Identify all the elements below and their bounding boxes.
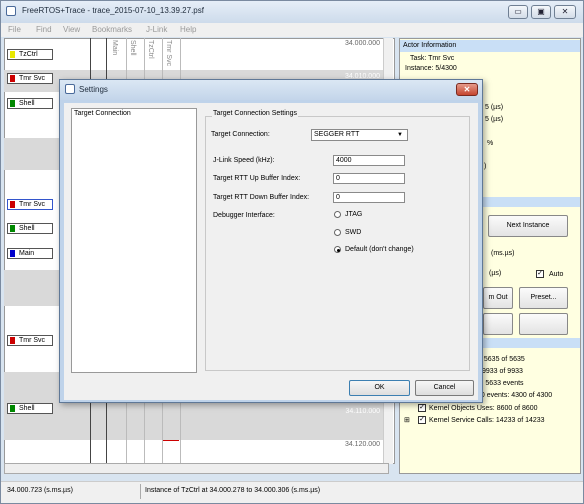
radio-default[interactable] bbox=[334, 246, 341, 253]
lane-name: Shell bbox=[19, 100, 35, 107]
radio-default-label: Default (don't change) bbox=[345, 246, 414, 253]
window-title: FreeRTOS+Trace - trace_2015-07-10_13.39.… bbox=[22, 6, 204, 15]
expand-icon[interactable]: ⊞ bbox=[404, 416, 410, 424]
lane-color-marker bbox=[10, 250, 15, 257]
time-tick: 34.120.000 bbox=[344, 441, 380, 448]
lane-name: Tmr Svc bbox=[19, 201, 46, 208]
lane-name: Tmr Svc bbox=[19, 337, 46, 344]
close-window-button[interactable]: ✕ bbox=[554, 5, 576, 19]
lane-color-marker bbox=[10, 405, 15, 412]
lane-color-marker bbox=[10, 75, 15, 82]
time-tick: 34.110.000 bbox=[345, 408, 380, 415]
info-line: 5 (µs) bbox=[485, 104, 504, 111]
ok-button[interactable]: OK bbox=[349, 380, 410, 396]
units-label: (µs) bbox=[489, 270, 502, 277]
status-divider bbox=[140, 484, 141, 499]
minimize-button[interactable]: ▭ bbox=[508, 5, 528, 19]
lane-label[interactable]: Shell bbox=[7, 98, 53, 109]
column-label-shell: Shell bbox=[129, 40, 136, 56]
lane-label[interactable]: Shell bbox=[7, 223, 53, 234]
menu-help[interactable]: Help bbox=[180, 25, 196, 34]
lane-name: Shell bbox=[19, 405, 35, 412]
up-buffer-input[interactable]: 0 bbox=[333, 173, 405, 184]
maximize-button[interactable]: ▣ bbox=[531, 5, 551, 19]
target-connection-label: Target Connection: bbox=[211, 131, 270, 138]
dialog-icon bbox=[65, 84, 75, 94]
menu-find[interactable]: Find bbox=[36, 25, 52, 34]
horizontal-scrollbar[interactable] bbox=[4, 463, 389, 474]
zoom-out-button[interactable]: m Out bbox=[483, 287, 513, 309]
menu-bookmarks[interactable]: Bookmarks bbox=[92, 25, 132, 34]
lane-label[interactable]: Main bbox=[7, 248, 53, 259]
menu-jlink[interactable]: J-Link bbox=[146, 25, 167, 34]
cancel-button[interactable]: Cancel bbox=[415, 380, 474, 396]
column-label-main: Main bbox=[111, 40, 118, 56]
lane-color-marker bbox=[10, 225, 15, 232]
lane-label[interactable]: Tmr Svc bbox=[7, 335, 53, 346]
column-label-tmrsvc: Tmr Svc bbox=[165, 40, 172, 67]
menu-view[interactable]: View bbox=[63, 25, 80, 34]
stat-line: y: 5633 events bbox=[478, 380, 524, 387]
lane-color-marker bbox=[10, 100, 15, 107]
status-instance: Instance of TzCtrl at 34.000.278 to 34.0… bbox=[145, 487, 321, 494]
radio-swd[interactable] bbox=[334, 229, 341, 236]
lane-color-marker bbox=[10, 201, 15, 208]
lane-label[interactable]: Tmr Svc bbox=[7, 199, 53, 210]
lane-name: TzCtrl bbox=[19, 51, 38, 58]
chevron-down-icon: ▼ bbox=[397, 132, 403, 138]
units-label: (ms.µs) bbox=[491, 250, 515, 257]
nav-prev-button[interactable] bbox=[483, 313, 513, 335]
info-line: ) bbox=[484, 163, 487, 170]
app-icon bbox=[6, 6, 16, 16]
preset-button[interactable]: Preset... bbox=[519, 287, 568, 309]
auto-checkbox[interactable]: ✓ bbox=[536, 270, 544, 278]
lane-name: Main bbox=[19, 250, 35, 257]
nav-item-target-connection[interactable]: Target Connection bbox=[74, 110, 131, 117]
jlink-speed-input[interactable]: 4000 bbox=[333, 155, 405, 166]
time-tick: 34.000.000 bbox=[344, 40, 380, 47]
stat-line: Kernel Objects Uses: 8600 of 8600 bbox=[429, 405, 538, 412]
kernel-calls-checkbox[interactable]: ✓ bbox=[418, 416, 426, 424]
column-label-tzctrl: TzCtrl bbox=[147, 40, 154, 59]
stat-line: 9933 of 9933 bbox=[482, 368, 523, 375]
group-title: Target Connection Settings bbox=[212, 110, 299, 117]
trace-event-mark bbox=[163, 440, 179, 441]
kernel-objects-checkbox[interactable]: ✓ bbox=[418, 404, 426, 412]
debugger-label: Debugger Interface: bbox=[213, 212, 275, 219]
lane-label[interactable]: Tmr Svc bbox=[7, 73, 53, 84]
nav-next-button[interactable] bbox=[519, 313, 568, 335]
settings-nav-list bbox=[71, 108, 197, 373]
dialog-close-button[interactable]: ✕ bbox=[456, 83, 478, 96]
menu-file[interactable]: File bbox=[8, 25, 21, 34]
radio-jtag[interactable] bbox=[334, 211, 341, 218]
lane-name: Tmr Svc bbox=[19, 75, 46, 82]
lane-label[interactable]: Shell bbox=[7, 403, 53, 414]
target-connection-select[interactable]: SEGGER RTT bbox=[311, 129, 408, 141]
down-buffer-label: Target RTT Down Buffer Index: bbox=[213, 194, 310, 201]
info-line: % bbox=[487, 140, 494, 147]
actor-info-header: Actor Information bbox=[400, 40, 580, 52]
lane-color-marker bbox=[10, 51, 15, 58]
tree-task[interactable]: Task: Tmr Svc bbox=[410, 55, 454, 62]
lane-name: Shell bbox=[19, 225, 35, 232]
lane-label[interactable]: TzCtrl bbox=[7, 49, 53, 60]
radio-swd-label: SWD bbox=[345, 229, 362, 236]
stat-line: : 5635 of 5635 bbox=[480, 356, 525, 363]
next-instance-button[interactable]: Next Instance bbox=[488, 215, 568, 237]
dialog-title: Settings bbox=[79, 85, 108, 94]
jlink-speed-label: J-Link Speed (kHz): bbox=[213, 157, 275, 164]
lane-color-marker bbox=[10, 337, 15, 344]
auto-label: Auto bbox=[549, 271, 564, 278]
stat-line: Kernel Service Calls: 14233 of 14233 bbox=[429, 417, 545, 424]
info-line: 5 (µs) bbox=[485, 116, 504, 123]
menu-bar bbox=[1, 23, 583, 37]
down-buffer-input[interactable]: 0 bbox=[333, 192, 405, 203]
radio-jtag-label: JTAG bbox=[345, 211, 363, 218]
tree-instance[interactable]: Instance: 5/4300 bbox=[405, 65, 457, 72]
status-time: 34.000.723 (s.ms.µs) bbox=[7, 487, 73, 494]
up-buffer-label: Target RTT Up Buffer Index: bbox=[213, 175, 301, 182]
stat-line: 00 events: 4300 of 4300 bbox=[477, 392, 553, 399]
dialog-title-bar bbox=[60, 80, 482, 100]
